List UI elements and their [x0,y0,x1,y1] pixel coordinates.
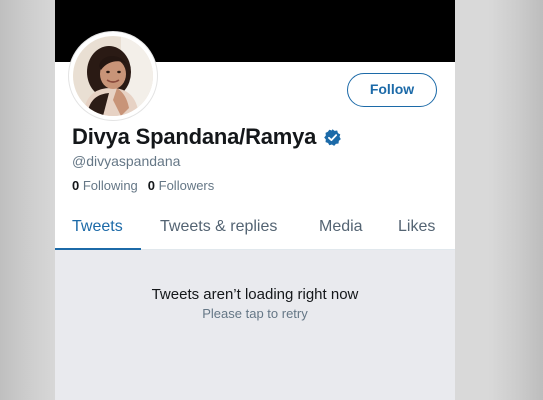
followers-count: 0 [147,178,156,193]
tab-tweets-and-replies[interactable]: Tweets & replies [160,207,277,249]
verified-badge-icon [323,128,342,147]
tab-tweets[interactable]: Tweets [55,207,141,250]
following-count: 0 [72,178,80,193]
tab-media[interactable]: Media [319,207,363,249]
following-label: Following [82,178,138,193]
following-stat[interactable]: 0 Following [72,178,138,193]
name-row: Divya Spandana/Ramya [72,124,342,150]
follow-button[interactable]: Follow [347,73,437,107]
followers-label: Followers [158,178,215,193]
feed-error-title: Tweets aren’t loading right now [151,286,359,303]
profile-tabs: Tweets Tweets & replies Media Likes [55,207,455,250]
avatar[interactable] [69,32,157,120]
user-handle: @divyaspandana [72,153,181,169]
screen: Follow Divya Spandana/Ramya @divyaspanda… [0,0,543,400]
feed-error-message[interactable]: Tweets aren’t loading right now Please t… [55,286,455,321]
retry-hint[interactable]: Please tap to retry [55,306,455,321]
profile-photo-image [73,36,153,116]
profile-stats: 0 Following 0 Followers [72,178,214,193]
followers-stat[interactable]: 0 Followers [148,178,214,193]
tab-likes[interactable]: Likes [398,207,435,249]
profile-page: Follow Divya Spandana/Ramya @divyaspanda… [55,0,455,400]
display-name: Divya Spandana/Ramya [72,124,317,149]
